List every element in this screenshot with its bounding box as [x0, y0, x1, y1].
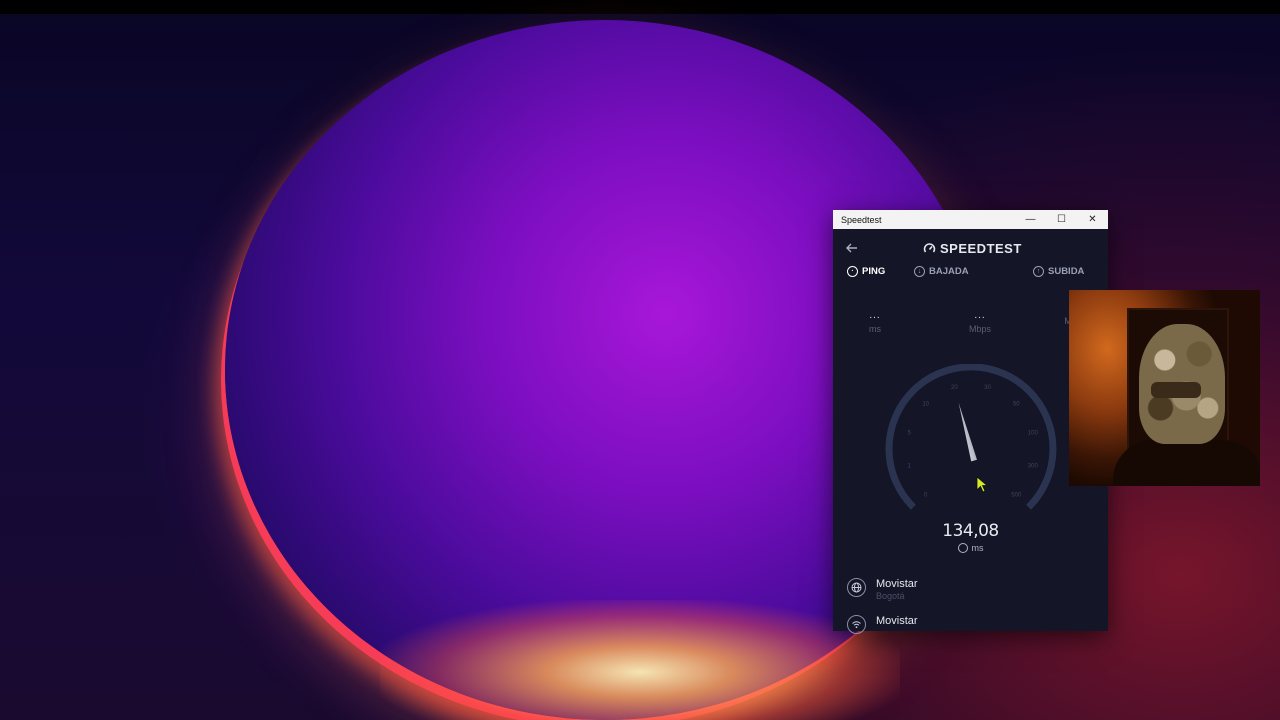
metric-unit: ms — [869, 324, 881, 334]
gauge-tick-label: 30 — [984, 385, 991, 391]
ping-icon — [957, 543, 968, 553]
tab-label: PING — [862, 266, 886, 277]
download-metric: ... Mbps — [960, 310, 1000, 335]
gauge-tick-label: 300 — [1028, 464, 1039, 470]
provider-location: Bogotá — [876, 591, 905, 601]
ping-icon: · — [847, 266, 858, 277]
back-button[interactable] — [845, 241, 861, 257]
top-black-bar — [0, 0, 1280, 14]
brand-label: SPEEDTEST — [940, 241, 1022, 256]
metric-value: ... — [974, 310, 986, 321]
reading-unit-label: ms — [971, 543, 984, 553]
upload-icon: ↑ — [1033, 266, 1044, 277]
gauge-tick-label: 50 — [1013, 402, 1020, 408]
webcam-person-eyes — [1151, 382, 1201, 398]
download-icon: ↓ — [914, 266, 925, 277]
provider-name: Movistar — [876, 578, 918, 590]
app-content: SPEEDTEST · PING ↓ BAJADA ↑ SUBIDA ... m… — [833, 229, 1108, 634]
connection-name: Movistar — [876, 615, 918, 627]
minimize-button[interactable]: — — [1015, 210, 1046, 229]
window-titlebar[interactable]: Speedtest — ☐ ✕ — [833, 210, 1108, 229]
ping-result-unit: ms — [833, 543, 1108, 553]
gauge-tick-label: 10 — [922, 402, 929, 408]
globe-icon — [847, 578, 866, 597]
ping-result-value: 134,08 — [942, 521, 999, 541]
ping-metric: ... ms — [855, 310, 895, 335]
connection-row: Movistar — [847, 615, 918, 634]
tab-label: SUBIDA — [1048, 266, 1085, 277]
metric-unit: Mbps — [968, 324, 991, 334]
wallpaper-glow — [380, 600, 900, 720]
mouse-cursor-icon — [976, 476, 988, 493]
webcam-person-body — [1113, 440, 1260, 486]
provider-row: Movistar Bogotá — [847, 578, 918, 602]
gauge-tick-label: 500 — [1011, 492, 1022, 498]
window-title: Speedtest — [841, 214, 882, 225]
window-controls: — ☐ ✕ — [1015, 210, 1108, 229]
gauge-tick-label: 5 — [908, 430, 912, 436]
webcam-overlay — [1069, 290, 1260, 486]
gauge-arc — [885, 364, 1057, 510]
close-button[interactable]: ✕ — [1077, 210, 1108, 229]
tab-ping[interactable]: · PING — [847, 266, 885, 277]
gauge-tick-label: 100 — [1028, 430, 1039, 436]
gauge-needle — [958, 402, 977, 462]
tab-label: BAJADA — [929, 266, 969, 277]
gauge-tick-label: 20 — [951, 385, 958, 391]
gauge-tick-label: 0 — [924, 492, 928, 498]
tab-download[interactable]: ↓ BAJADA — [914, 266, 969, 277]
metric-value: ... — [869, 310, 881, 321]
speedometer-icon — [923, 243, 936, 253]
wifi-icon — [847, 615, 866, 634]
speedtest-window: Speedtest — ☐ ✕ SPEEDTEST · PING ↓ BAJAD… — [833, 210, 1108, 634]
arrow-left-icon — [846, 243, 857, 253]
speed-gauge: 0 1 5 10 20 30 50 100 300 500 — [885, 364, 1057, 510]
metric-tabs: · PING ↓ BAJADA ↑ SUBIDA — [833, 266, 1108, 282]
speedtest-logo: SPEEDTEST — [923, 241, 1022, 256]
tab-upload[interactable]: ↑ SUBIDA — [1033, 266, 1084, 277]
maximize-button[interactable]: ☐ — [1046, 210, 1077, 229]
gauge-tick-label: 1 — [908, 464, 912, 470]
